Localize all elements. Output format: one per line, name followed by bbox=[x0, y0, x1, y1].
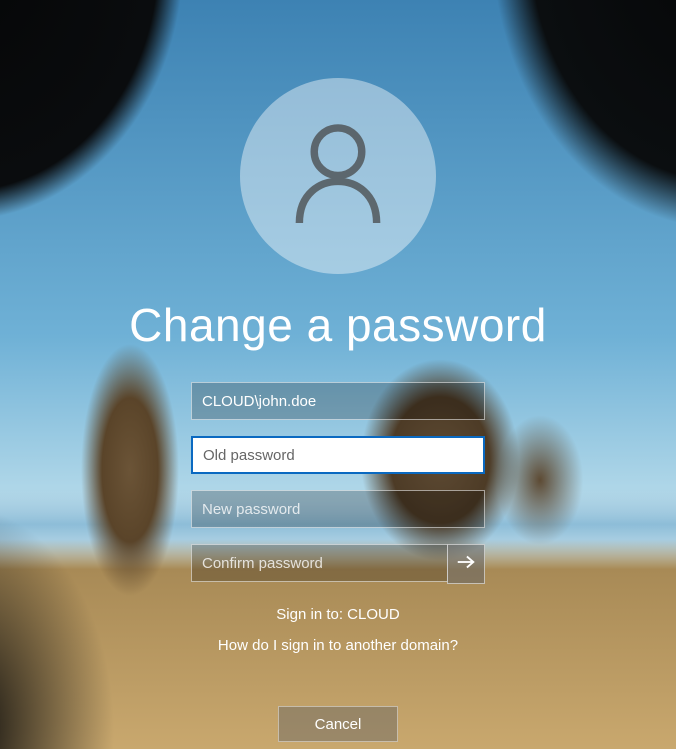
old-password-field[interactable] bbox=[191, 436, 485, 474]
confirm-password-field[interactable] bbox=[191, 544, 448, 582]
new-password-field[interactable] bbox=[191, 490, 485, 528]
username-input[interactable] bbox=[192, 383, 484, 419]
username-field[interactable] bbox=[191, 382, 485, 420]
cancel-button-label: Cancel bbox=[315, 716, 362, 733]
arrow-right-icon bbox=[455, 551, 477, 578]
new-password-input[interactable] bbox=[192, 491, 484, 527]
old-password-input[interactable] bbox=[193, 438, 483, 472]
avatar bbox=[240, 78, 436, 274]
page-title: Change a password bbox=[129, 298, 547, 352]
confirm-row bbox=[191, 544, 485, 584]
confirm-password-input[interactable] bbox=[192, 545, 447, 581]
change-password-panel: Change a password Sig bbox=[0, 0, 676, 749]
user-icon bbox=[290, 122, 386, 231]
sign-in-domain-label: Sign in to: CLOUD bbox=[276, 606, 399, 623]
submit-button[interactable] bbox=[447, 544, 485, 584]
fields-group bbox=[191, 382, 485, 584]
cancel-button[interactable]: Cancel bbox=[278, 706, 398, 742]
other-domain-link[interactable]: How do I sign in to another domain? bbox=[218, 637, 458, 654]
